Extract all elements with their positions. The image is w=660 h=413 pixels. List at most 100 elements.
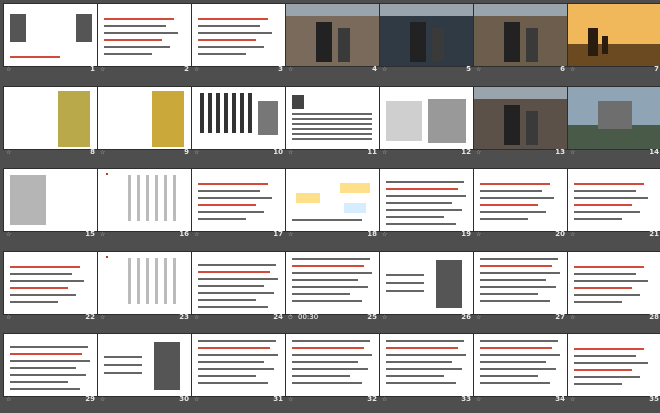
slide-thumbnail-18[interactable]: ☆ 18 (286, 169, 380, 238)
text-line (198, 197, 272, 199)
slide-preview[interactable] (192, 87, 286, 149)
slide-preview[interactable] (380, 4, 474, 66)
figure (504, 105, 520, 145)
slide-thumbnail-31[interactable]: ☆ 31 (192, 334, 286, 403)
slide-thumbnail-12[interactable]: ☆ 12 (380, 87, 474, 156)
slide-thumbnail-1[interactable]: ☆ 1 (4, 4, 98, 73)
slide-preview[interactable] (98, 169, 192, 231)
slide-preview[interactable] (286, 4, 380, 66)
slide-thumbnail-9[interactable]: ☆ 9 (98, 87, 192, 156)
slide-preview[interactable] (286, 334, 380, 396)
text-line (292, 118, 372, 120)
text-line (198, 53, 246, 55)
slide-preview[interactable] (4, 169, 98, 231)
text-line (292, 128, 372, 130)
sky (474, 4, 568, 16)
slide-preview[interactable] (568, 252, 660, 314)
slide-thumbnail-33[interactable]: ☆ 33 (380, 334, 474, 403)
slide-number: 10 (273, 148, 283, 156)
text-line (198, 25, 260, 27)
slide-thumbnail-28[interactable]: ☆ 28 (568, 252, 660, 321)
text-line (10, 381, 68, 383)
text-line (574, 287, 632, 289)
slide-thumbnail-35[interactable]: ☆ 35 (568, 334, 660, 403)
slide-thumbnail-15[interactable]: ☆ 15 (4, 169, 98, 238)
text-line (480, 211, 546, 213)
slide-preview[interactable] (192, 252, 286, 314)
slide-preview[interactable] (4, 87, 98, 149)
timing-icon: ⏱ (288, 314, 293, 321)
text-line (480, 375, 538, 377)
slide-preview[interactable] (474, 87, 568, 149)
slide-thumbnail-34[interactable]: ☆ 34 (474, 334, 568, 403)
slide-preview[interactable] (474, 169, 568, 231)
text-line (574, 204, 632, 206)
text-line (386, 216, 444, 218)
slide-preview[interactable] (192, 334, 286, 396)
text-line (386, 347, 458, 349)
slide-preview[interactable] (568, 169, 660, 231)
slide-thumbnail-10[interactable]: ☆ 10 (192, 87, 286, 156)
pavilion (598, 101, 632, 129)
slide-preview[interactable] (286, 87, 380, 149)
slide-preview[interactable] (568, 4, 660, 66)
slide-thumbnail-19[interactable]: ☆ 19 (380, 169, 474, 238)
slide-preview[interactable] (98, 87, 192, 149)
text-line (574, 190, 636, 192)
slide-preview[interactable] (474, 4, 568, 66)
slide-thumbnail-2[interactable]: ☆ 2 (98, 4, 192, 73)
slide-thumbnail-4[interactable]: ☆ 4 (286, 4, 380, 73)
slide-preview[interactable] (380, 334, 474, 396)
slide-preview[interactable] (286, 252, 380, 314)
slide-thumbnail-8[interactable]: ☆ 8 (4, 87, 98, 156)
slide-thumbnail-17[interactable]: ☆ 17 (192, 169, 286, 238)
slide-thumbnail-26[interactable]: ☆ 26 (380, 252, 474, 321)
text-line (10, 273, 72, 275)
slide-thumbnail-23[interactable]: ☆ 23 (98, 252, 192, 321)
portrait (386, 101, 422, 141)
slide-preview[interactable] (192, 169, 286, 231)
slide-thumbnail-27[interactable]: ☆ 27 (474, 252, 568, 321)
slide-preview[interactable] (474, 252, 568, 314)
slide-preview[interactable] (286, 169, 380, 231)
slide-preview[interactable] (98, 334, 192, 396)
text-line (10, 360, 90, 362)
slide-preview[interactable] (98, 252, 192, 314)
slide-preview[interactable] (98, 4, 192, 66)
slide-preview[interactable] (474, 334, 568, 396)
slide-thumbnail-32[interactable]: ☆ 32 (286, 334, 380, 403)
vertical-text (137, 175, 140, 221)
slide-preview[interactable] (4, 252, 98, 314)
slide-preview[interactable] (568, 87, 660, 149)
slide-preview[interactable] (380, 87, 474, 149)
transition-icon: ☆ (382, 396, 388, 403)
text-line (198, 306, 268, 308)
slide-thumbnail-20[interactable]: ☆ 20 (474, 169, 568, 238)
text-line (292, 293, 350, 295)
slide-thumbnail-13[interactable]: ☆ 13 (474, 87, 568, 156)
slide-preview[interactable] (4, 4, 98, 66)
slide-thumbnail-11[interactable]: ☆ 11 (286, 87, 380, 156)
slide-thumbnail-7[interactable]: ☆ 7 (568, 4, 660, 73)
slide-thumbnail-14[interactable]: ☆ 14 (568, 87, 660, 156)
text-line (386, 290, 424, 292)
slide-thumbnail-5[interactable]: ☆ 5 (380, 4, 474, 73)
slide-thumbnail-30[interactable]: ☆ 30 (98, 334, 192, 403)
slide-thumbnail-22[interactable]: ☆ 22 (4, 252, 98, 321)
transition-icon: ☆ (100, 149, 106, 156)
text-line (292, 382, 362, 384)
slide-thumbnail-29[interactable]: ☆ 29 (4, 334, 98, 403)
slide-thumbnail-24[interactable]: ☆ 24 (192, 252, 286, 321)
slide-preview[interactable] (568, 334, 660, 396)
brush-column (248, 93, 252, 133)
slide-thumbnail-16[interactable]: ☆ 16 (98, 169, 192, 238)
slide-preview[interactable] (380, 252, 474, 314)
slide-preview[interactable] (380, 169, 474, 231)
slide-preview[interactable] (192, 4, 286, 66)
slide-thumbnail-3[interactable]: ☆ 3 (192, 4, 286, 73)
slide-preview[interactable] (4, 334, 98, 396)
slide-thumbnail-25[interactable]: ⏱ 00:30 25 (286, 252, 380, 321)
slide-thumbnail-21[interactable]: ☆ 21 (568, 169, 660, 238)
slide-thumbnail-6[interactable]: ☆ 6 (474, 4, 568, 73)
transition-icon: ☆ (100, 66, 106, 73)
